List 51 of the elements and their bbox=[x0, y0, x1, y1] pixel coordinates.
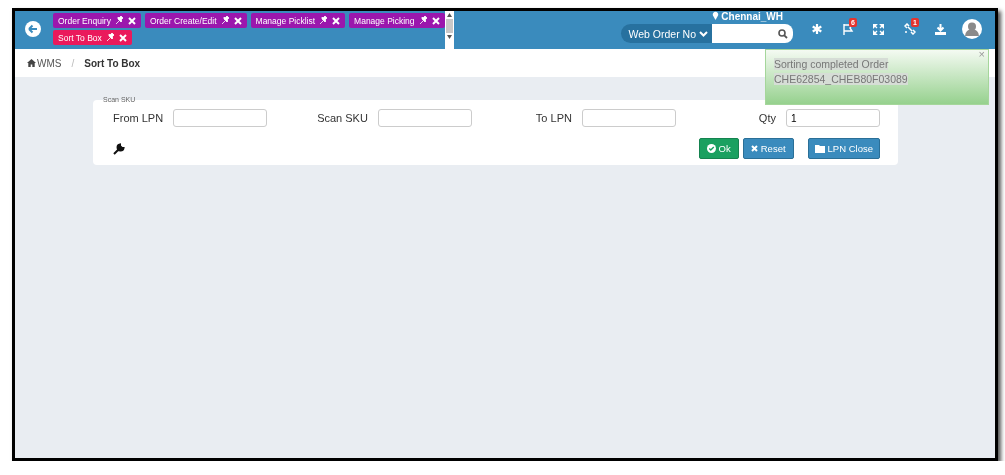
pin-icon[interactable] bbox=[319, 16, 329, 25]
close-icon[interactable] bbox=[332, 16, 341, 25]
page-title: Sort To Box bbox=[84, 57, 141, 69]
field-label: Scan SKU bbox=[317, 112, 368, 124]
tab[interactable]: Order Create/Edit bbox=[144, 13, 247, 28]
field-label: From LPN bbox=[113, 112, 164, 124]
tab[interactable]: Order Enquiry bbox=[53, 13, 141, 28]
map-pin-icon bbox=[711, 11, 719, 20]
home-link[interactable]: WMS bbox=[27, 57, 62, 69]
tab[interactable]: Manage Picklist bbox=[250, 13, 346, 28]
home-icon bbox=[27, 59, 36, 67]
input-field[interactable] bbox=[173, 109, 268, 127]
asterisk-icon[interactable] bbox=[811, 24, 822, 34]
pin-icon[interactable] bbox=[114, 16, 124, 25]
check-circle-icon bbox=[706, 144, 716, 153]
pin-icon[interactable] bbox=[418, 16, 428, 25]
scroll-down-icon[interactable] bbox=[447, 35, 452, 39]
scrollbar[interactable] bbox=[445, 11, 454, 49]
download-icon[interactable] bbox=[935, 23, 946, 35]
avatar-icon[interactable] bbox=[961, 19, 982, 39]
search-type-dropdown[interactable]: Web Order No bbox=[620, 24, 712, 43]
close-icon[interactable] bbox=[118, 33, 127, 42]
input-field[interactable]: 1 bbox=[785, 109, 880, 127]
chevron-down-icon bbox=[699, 30, 708, 37]
tab[interactable]: Sort To Box bbox=[53, 30, 132, 45]
field-label: Qty bbox=[757, 112, 776, 124]
back-button[interactable] bbox=[25, 21, 41, 37]
input-field[interactable] bbox=[377, 109, 472, 127]
lpn-close-button[interactable]: LPN Close bbox=[807, 138, 880, 159]
close-icon[interactable] bbox=[431, 16, 440, 25]
close-icon[interactable] bbox=[127, 16, 136, 25]
tab[interactable]: Manage Picking bbox=[349, 13, 445, 28]
pin-icon[interactable] bbox=[105, 33, 115, 42]
search-field[interactable] bbox=[712, 24, 793, 43]
location-label: Chennai_WH bbox=[711, 11, 783, 22]
fullscreen-icon[interactable] bbox=[873, 23, 884, 35]
cross-icon bbox=[750, 145, 758, 152]
flag-icon[interactable] bbox=[841, 23, 854, 35]
toast-message: Sorting completed Order bbox=[774, 57, 890, 72]
toast-message: CHE62854_CHEB80F03089 bbox=[774, 72, 909, 87]
breadcrumb-separator: / bbox=[71, 57, 75, 69]
pin-icon[interactable] bbox=[220, 16, 230, 25]
broken-link-icon[interactable] bbox=[903, 23, 916, 35]
search-icon bbox=[778, 28, 788, 39]
close-icon[interactable] bbox=[233, 16, 242, 25]
folder-icon bbox=[814, 144, 825, 153]
scroll-up-icon[interactable] bbox=[447, 13, 452, 17]
field-label: To LPN bbox=[534, 112, 572, 124]
reset-button[interactable]: Reset bbox=[742, 138, 794, 159]
input-field[interactable] bbox=[581, 109, 676, 127]
wrench-icon[interactable] bbox=[113, 142, 125, 155]
